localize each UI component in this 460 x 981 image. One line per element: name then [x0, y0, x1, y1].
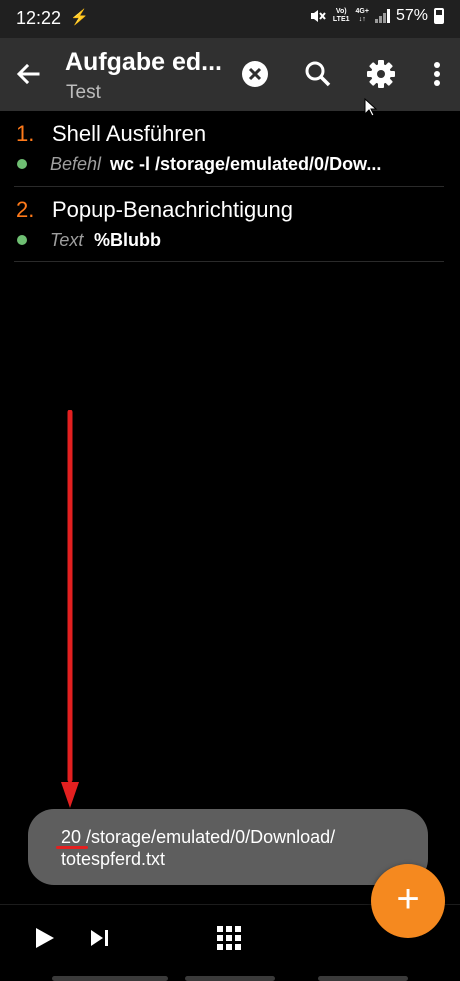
overflow-menu-icon[interactable] [421, 58, 453, 90]
annotation-underline [56, 846, 88, 849]
app-bar: Aufgabe ed... Test [0, 38, 460, 117]
toast-line-1: 20 /storage/emulated/0/Download/ [61, 827, 336, 847]
network-type-indicator: 4G+ ↓↑ [356, 8, 369, 24]
signal-strength-icon [374, 9, 390, 23]
nav-hint-left [52, 976, 168, 981]
volte-indicator: Vo) LTE1 [333, 8, 350, 24]
battery-icon [434, 8, 444, 24]
param-status-dot [17, 159, 27, 169]
back-arrow-icon[interactable] [12, 58, 44, 90]
play-icon[interactable] [30, 924, 58, 952]
action-item[interactable]: 2. Popup-Benachrichtigung Text %Blubb [14, 187, 444, 262]
settings-gear-icon[interactable] [365, 58, 397, 90]
plus-icon: + [396, 877, 420, 921]
skip-next-icon[interactable] [86, 924, 114, 952]
page-subtitle: Test [66, 82, 101, 103]
page-title: Aufgabe ed... [65, 48, 222, 76]
mute-icon [310, 10, 326, 22]
action-item[interactable]: 1. Shell Ausführen Befehl wc -l /storage… [14, 111, 444, 187]
toast-text: 20 /storage/emulated/0/Download/ totespf… [61, 826, 421, 870]
param-value: %Blubb [94, 230, 161, 250]
toast-line-2: totespferd.txt [61, 849, 166, 869]
add-action-button[interactable]: + [371, 864, 445, 938]
cancel-icon[interactable] [239, 58, 271, 90]
volte-line2: LTE1 [332, 16, 350, 23]
status-time: 12:22 [16, 8, 62, 28]
charging-bolt-icon: ⚡ [70, 9, 89, 26]
action-number: 2. [16, 197, 35, 222]
nav-hint-center [185, 976, 275, 981]
status-icons: Vo) LTE1 4G+ ↓↑ 57% [309, 7, 444, 25]
battery-percent: 57% [395, 7, 428, 24]
network-type-line2: ↓↑ [358, 16, 366, 23]
annotation-arrow-icon [61, 410, 79, 808]
status-bar: 12:22 ⚡ Vo) LTE1 4G+ ↓↑ 57% [0, 0, 460, 38]
grid-icon[interactable] [215, 924, 243, 952]
param-label: Text [50, 230, 84, 250]
param-label: Befehl [50, 154, 102, 174]
action-name: Popup-Benachrichtigung [52, 197, 293, 222]
toast-message: 20 /storage/emulated/0/Download/ totespf… [28, 809, 428, 885]
network-type-line1: 4G+ [355, 8, 369, 15]
volte-line1: Vo) [335, 8, 347, 15]
action-number: 1. [16, 121, 35, 146]
action-name: Shell Ausführen [52, 121, 207, 146]
param-value: wc -l /storage/emulated/0/Dow... [110, 154, 382, 174]
nav-hint-right [318, 976, 408, 981]
search-icon[interactable] [302, 58, 334, 90]
param-status-dot [17, 235, 27, 245]
